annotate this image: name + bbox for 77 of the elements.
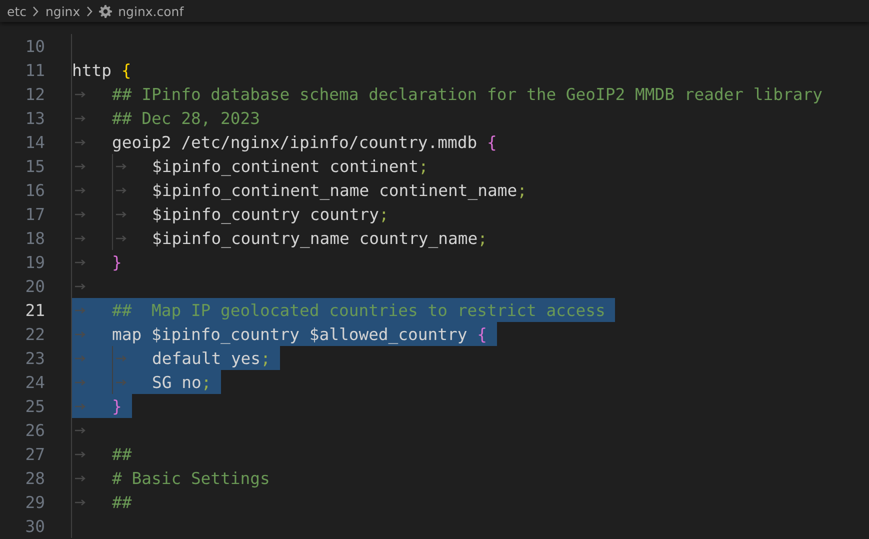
line-number: 19 — [24, 252, 45, 272]
code-token: map $ipinfo_country $allowed_country — [112, 324, 468, 344]
code-token: ## IPinfo database schema declaration for the GeoIP2 MMDB reader library — [112, 84, 822, 104]
tab-arrow-icon — [75, 426, 86, 434]
chevron-icon — [86, 6, 94, 16]
tab-arrow-icon — [75, 306, 86, 314]
tab-arrow-icon — [75, 450, 86, 458]
tab-arrow-icon — [116, 234, 127, 242]
line-number: 14 — [24, 132, 45, 152]
code-token: ; — [478, 228, 488, 248]
line-number: 23 — [24, 348, 45, 368]
tab-arrow-icon — [116, 210, 127, 218]
line-number: 28 — [24, 468, 45, 488]
code-token: $ipinfo_country country — [152, 204, 379, 224]
tab-arrow-icon — [75, 258, 86, 266]
tab-arrow-icon — [116, 162, 127, 170]
line-number: 15 — [24, 156, 45, 176]
code-token: } — [112, 252, 122, 272]
code-token: http — [72, 60, 112, 80]
line-number: 13 — [24, 108, 45, 128]
tab-arrow-icon — [75, 474, 86, 482]
tab-arrow-icon — [75, 402, 86, 410]
tab-arrow-icon — [116, 378, 127, 386]
tab-arrow-icon — [116, 186, 127, 194]
line-number: 21 — [24, 300, 45, 320]
tab-arrow-icon — [75, 498, 86, 506]
breadcrumb-item[interactable]: nginx.conf — [118, 4, 184, 18]
chevron-icon — [32, 6, 40, 16]
code-token: ; — [378, 204, 389, 224]
code-token: } — [112, 396, 122, 416]
code-token: ; — [201, 372, 212, 392]
line-number: 29 — [24, 492, 45, 512]
gear-icon — [99, 4, 112, 18]
code-token: ## Dec 28, 2023 — [112, 108, 260, 128]
breadcrumb-item[interactable]: etc — [7, 4, 26, 18]
code-token: ## — [112, 444, 132, 464]
line-number: 10 — [24, 36, 45, 56]
line-number: 20 — [24, 276, 45, 296]
code-token: $ipinfo_continent_name continent_name — [152, 180, 518, 200]
line-number: 27 — [24, 444, 45, 464]
code-token: SG no — [152, 372, 202, 392]
code-token: ## Map IP geolocated countries to restrict access — [112, 300, 606, 320]
tab-arrow-icon — [116, 354, 127, 362]
code-token: { — [477, 324, 487, 344]
code-token: $ipinfo_country_name country_name — [152, 228, 478, 248]
code-token: ; — [260, 348, 270, 368]
line-number: 26 — [24, 420, 45, 440]
tab-arrow-icon — [75, 378, 86, 386]
tab-arrow-icon — [75, 234, 86, 242]
code-token: default yes — [152, 348, 261, 368]
line-number: 24 — [24, 372, 45, 392]
line-number: 18 — [24, 228, 45, 248]
tab-arrow-icon — [75, 330, 86, 338]
tab-arrow-icon — [75, 90, 86, 98]
code-token: { — [121, 60, 132, 80]
code-token: { — [486, 132, 497, 152]
breadcrumb-item[interactable]: nginx — [45, 4, 80, 18]
code-token: $ipinfo_continent continent — [152, 156, 418, 176]
tab-arrow-icon — [75, 162, 86, 170]
code-token: geoip2 /etc/nginx/ipinfo/country.mmdb — [112, 132, 478, 152]
line-number: 11 — [24, 60, 45, 80]
line-number: 25 — [24, 396, 45, 416]
code-token: ## — [112, 492, 132, 512]
tab-arrow-icon — [75, 186, 86, 194]
line-number: 22 — [24, 324, 45, 344]
tab-arrow-icon — [75, 354, 86, 362]
code-token: # Basic Settings — [112, 468, 270, 488]
code-token: ; — [418, 156, 428, 176]
line-number: 12 — [24, 84, 45, 104]
tab-arrow-icon — [75, 114, 86, 122]
line-number: 16 — [24, 180, 45, 200]
tab-arrow-icon — [75, 210, 86, 218]
code-token: ; — [517, 180, 527, 200]
line-number: 17 — [24, 204, 45, 224]
tab-arrow-icon — [75, 138, 86, 146]
tab-arrow-icon — [75, 282, 86, 290]
line-number: 30 — [24, 516, 45, 536]
